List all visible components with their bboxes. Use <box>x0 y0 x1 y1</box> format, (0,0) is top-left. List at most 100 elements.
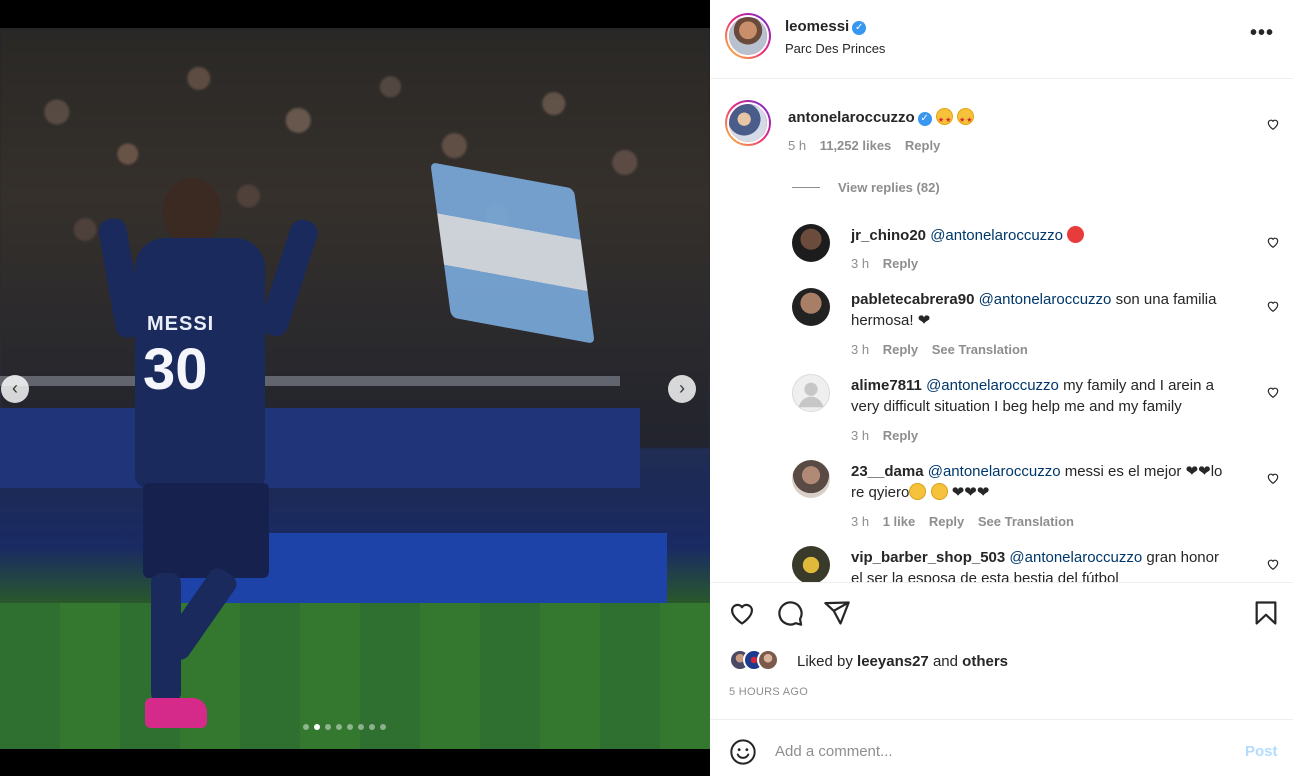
argentina-flag <box>430 162 595 344</box>
comment-text: gran honor <box>1146 549 1219 566</box>
comment-text: my family and I arein a <box>1063 377 1214 394</box>
post-comment-button[interactable]: Post <box>1245 743 1278 760</box>
reply-button[interactable]: Reply <box>929 514 964 529</box>
star-struck-emoji-icon <box>935 108 953 131</box>
post-photo[interactable]: MESSI 30 <box>0 28 710 749</box>
angry-face-emoji-icon <box>1067 226 1085 243</box>
liked-by-avatars[interactable] <box>729 649 793 673</box>
heart-icon[interactable] <box>728 599 756 627</box>
share-icon[interactable] <box>823 599 851 627</box>
commenter-username[interactable]: antonelaroccuzzo <box>788 109 915 126</box>
comment-mention[interactable]: @antonelaroccuzzo <box>930 227 1063 244</box>
comment-mention[interactable]: @antonelaroccuzzo <box>928 463 1061 480</box>
comment-text-line2: el ser la esposa de esta bestia del fútb… <box>851 570 1119 582</box>
liked-by-others-link[interactable]: others <box>962 653 1008 670</box>
commenter-username[interactable]: jr_chino20 <box>851 227 926 244</box>
add-comment-bar: Post <box>710 719 1293 776</box>
comment-time: 3 h <box>851 256 870 271</box>
post-media: MESSI 30 ‹ › <box>0 0 710 776</box>
star-struck-emoji-icon <box>957 108 975 131</box>
carousel-dot <box>325 724 331 730</box>
post-location[interactable]: Parc Des Princes <box>785 41 885 56</box>
chevron-left-icon: ‹ <box>12 378 18 398</box>
like-comment-heart-icon[interactable] <box>1266 299 1280 313</box>
comment-meta: 5 h 11,252 likes Reply <box>788 138 950 153</box>
like-comment-heart-icon[interactable] <box>1266 471 1280 485</box>
reply-button[interactable]: Reply <box>883 256 918 271</box>
carousel-prev-button[interactable]: ‹ <box>1 375 29 403</box>
like-comment-heart-icon[interactable] <box>1266 385 1280 399</box>
jersey-number: 30 <box>143 337 208 402</box>
reply-button[interactable]: Reply <box>883 428 918 443</box>
comment-time: 3 h <box>851 342 870 357</box>
liked-by-username[interactable]: leeyans27 <box>857 653 929 670</box>
commenter-username[interactable]: vip_barber_shop_503 <box>851 549 1005 566</box>
comment-mention[interactable]: @antonelaroccuzzo <box>979 291 1112 308</box>
see-translation-button[interactable]: See Translation <box>978 514 1074 529</box>
post-side-panel: leomessi ✓ Parc Des Princes ••• antonelar… <box>710 0 1300 776</box>
chevron-right-icon: › <box>679 378 685 398</box>
author-username[interactable]: leomessi <box>785 18 849 35</box>
commenter-avatar[interactable] <box>792 460 830 498</box>
liker-avatar <box>757 649 779 671</box>
comment-likes[interactable]: 11,252 likes <box>820 138 892 153</box>
author-username-row: leomessi ✓ <box>785 18 867 36</box>
commenter-avatar[interactable] <box>725 100 771 146</box>
carousel-dot <box>303 724 309 730</box>
smiley-icon[interactable] <box>729 738 757 766</box>
comment-text-line2: re qyiero <box>851 484 910 501</box>
comment-text: messi es el mejor ❤❤lo <box>1064 463 1223 480</box>
liked-by-text: Liked by leeyans27 and others <box>797 653 1008 670</box>
carousel-dot <box>314 724 320 730</box>
comment-meta: 3 h 1 like Reply See Translation <box>851 514 1084 529</box>
commenter-username[interactable]: alime7811 <box>851 377 922 394</box>
comment-mention[interactable]: @antonelaroccuzzo <box>926 377 1059 394</box>
player-figure: MESSI 30 <box>96 178 325 738</box>
post-header: leomessi ✓ Parc Des Princes ••• <box>710 0 1293 79</box>
comment-meta: 3 h Reply <box>851 428 928 443</box>
see-translation-button[interactable]: See Translation <box>932 342 1028 357</box>
comment-text-line2: hermosa! ❤ <box>851 312 931 329</box>
carousel-next-button[interactable]: › <box>668 375 696 403</box>
like-comment-heart-icon[interactable] <box>1266 557 1280 571</box>
comment-time: 3 h <box>851 428 870 443</box>
like-comment-heart-icon[interactable] <box>1266 235 1280 249</box>
commenter-username[interactable]: 23__dama <box>851 463 924 480</box>
liked-by-prefix: Liked by <box>797 653 853 670</box>
view-replies-button[interactable]: View replies (82) <box>792 180 940 195</box>
reply-button[interactable]: Reply <box>905 138 940 153</box>
commenter-avatar[interactable] <box>792 374 830 412</box>
post-actions: Liked by leeyans27 and others 5 HOURS AG… <box>710 582 1293 719</box>
comment-meta: 3 h Reply See Translation <box>851 342 1038 357</box>
commenter-username[interactable]: pabletecabrera90 <box>851 291 974 308</box>
comment-icon[interactable] <box>776 599 804 627</box>
bookmark-icon[interactable] <box>1252 599 1280 627</box>
comment-input[interactable] <box>775 736 1205 766</box>
jersey-name: MESSI <box>147 313 215 335</box>
post-timestamp[interactable]: 5 HOURS AGO <box>729 686 808 698</box>
commenter-avatar[interactable] <box>792 224 830 262</box>
verified-badge-icon: ✓ <box>917 112 932 126</box>
more-options-icon[interactable]: ••• <box>1250 22 1274 45</box>
sad-face-emoji-icon <box>909 483 927 500</box>
comment-meta: 3 h Reply <box>851 256 928 271</box>
verified-badge-icon: ✓ <box>852 21 867 35</box>
liked-by-and: and <box>932 653 958 670</box>
like-comment-heart-icon[interactable] <box>1266 117 1280 131</box>
author-avatar[interactable] <box>725 13 771 59</box>
comment-likes[interactable]: 1 like <box>883 514 916 529</box>
carousel-dot <box>336 724 342 730</box>
comment-text-line2: very difficult situation I beg help me a… <box>851 398 1182 415</box>
comments-list: antonelaroccuzzo✓ 5 h 11,252 likes Reply… <box>710 80 1293 582</box>
reply-button[interactable]: Reply <box>883 342 918 357</box>
comment-text: son una familia <box>1115 291 1217 308</box>
commenter-avatar[interactable] <box>792 288 830 326</box>
comment-mention[interactable]: @antonelaroccuzzo <box>1009 549 1142 566</box>
default-avatar-icon <box>798 382 824 408</box>
carousel-dot <box>369 724 375 730</box>
carousel-dot <box>380 724 386 730</box>
commenter-avatar[interactable] <box>792 546 830 582</box>
carousel-indicator <box>303 724 386 730</box>
comment-time: 3 h <box>851 514 870 529</box>
carousel-dot <box>347 724 353 730</box>
